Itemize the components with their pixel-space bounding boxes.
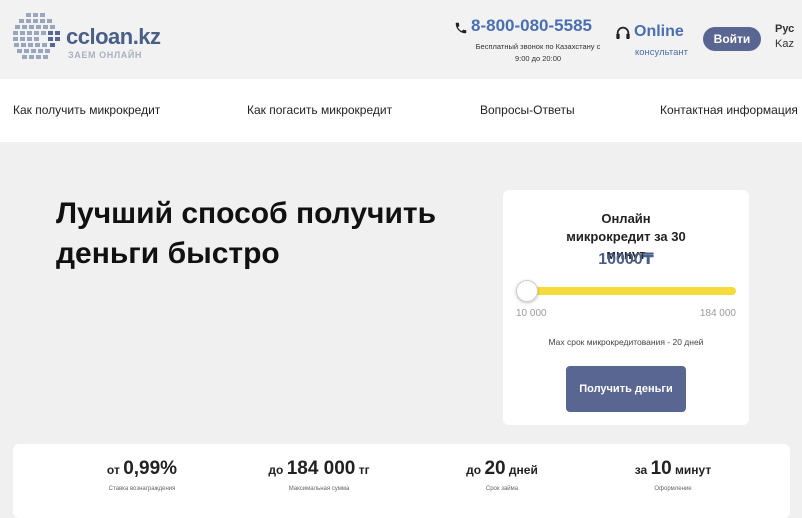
stat-term: до 20 дней Срок займа: [412, 458, 592, 492]
amount-slider-track[interactable]: [527, 287, 736, 295]
stat-prefix: до: [466, 463, 482, 477]
stat-suffix: тг: [358, 463, 370, 477]
loan-terms-bar: от 0,99% Ставка вознаграждения до 184 00…: [13, 444, 790, 518]
stat-value: 0,99%: [123, 458, 178, 479]
online-subtitle: консультант: [635, 47, 688, 58]
stat-max-amount: до 184 000 тг Максимальная сумма: [229, 458, 409, 492]
lang-kz[interactable]: Kaz: [775, 37, 794, 52]
nav-how-to-repay[interactable]: Как погасить микрокредит: [247, 103, 392, 117]
phone-number-link[interactable]: 8-800-080-5585: [471, 16, 592, 36]
stat-value: 184 000: [286, 458, 356, 479]
logo[interactable]: ccloan.kz ЗАЕМ ОНЛАЙН: [12, 10, 162, 70]
stat-processing: за 10 минут Оформление: [583, 458, 763, 492]
stat-label: Максимальная сумма: [288, 486, 350, 492]
phone-icon: [455, 22, 467, 34]
max-term-note: Max срок микрокредитования - 20 дней: [548, 337, 704, 347]
online-title: Online: [634, 23, 684, 40]
stat-label: Ставка вознаграждения: [108, 486, 176, 492]
hero-title: Лучший способ получить деньги быстро: [56, 197, 437, 270]
amount-slider-handle[interactable]: [516, 280, 538, 302]
site-header: ccloan.kz ЗАЕМ ОНЛАЙН 8-800-080-5585 Бес…: [0, 0, 802, 79]
stat-label: Срок займа: [485, 486, 519, 492]
phone-note: Бесплатный звонок по Казахстану с 9:00 д…: [475, 42, 601, 63]
language-switcher: Рус Kaz: [775, 22, 794, 52]
stat-label: Оформление: [654, 486, 692, 492]
phone-block: 8-800-080-5585 Бесплатный звонок по Каза…: [454, 16, 606, 66]
nav-how-to-get[interactable]: Как получить микрокредит: [13, 103, 160, 117]
slider-max-label: 184 000: [699, 308, 736, 319]
get-money-button[interactable]: Получить деньги: [566, 366, 686, 412]
loan-calculator: Онлайн микрокредит за 30 минут 10000₸ 10…: [503, 190, 749, 425]
calculator-amount: 10000₸: [598, 251, 654, 268]
stat-value: 20: [484, 458, 506, 479]
login-button[interactable]: Войти: [703, 27, 761, 51]
logo-globe-icon: [13, 13, 60, 59]
logo-subtitle: ЗАЕМ ОНЛАЙН: [68, 50, 143, 60]
slider-min-label: 10 000: [516, 308, 547, 319]
stat-prefix: за: [634, 463, 648, 477]
stat-suffix: дней: [508, 463, 538, 477]
stat-prefix: от: [106, 463, 120, 477]
nav-faq[interactable]: Вопросы-Ответы: [480, 103, 575, 117]
lang-ru[interactable]: Рус: [775, 22, 794, 37]
stat-prefix: до: [268, 463, 284, 477]
online-consultant[interactable]: Online консультант: [614, 22, 698, 62]
stat-suffix: минут: [675, 463, 712, 477]
headset-icon: [616, 26, 630, 39]
stat-value: 10: [650, 458, 672, 479]
main-nav: Как получить микрокредит Как погасить ми…: [0, 79, 802, 142]
stat-rate: от 0,99% Ставка вознаграждения: [52, 458, 232, 492]
logo-title: ccloan.kz: [66, 24, 161, 49]
nav-contacts[interactable]: Контактная информация: [660, 103, 798, 117]
